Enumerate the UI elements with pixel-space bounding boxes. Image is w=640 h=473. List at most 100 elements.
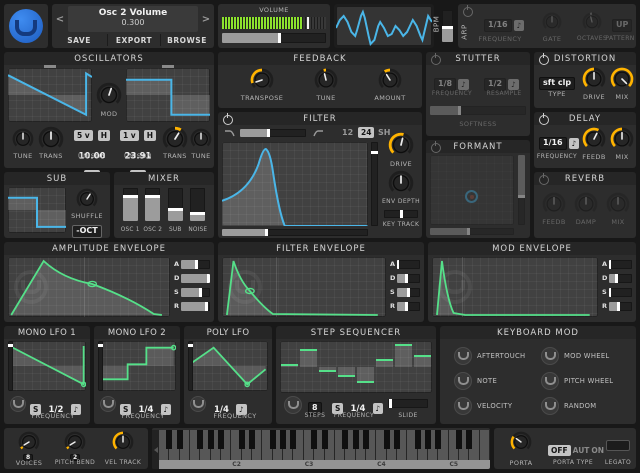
feedback-transpose-knob[interactable] [250, 68, 274, 92]
distortion-power-button[interactable] [539, 53, 549, 65]
formant-power-button[interactable] [431, 141, 441, 153]
modulation-source-icon[interactable] [454, 371, 472, 390]
black-key[interactable] [249, 430, 256, 449]
vel-track-knob[interactable] [112, 431, 134, 453]
keyboard-keys[interactable] [159, 430, 490, 460]
arp-power-button[interactable] [463, 5, 473, 17]
adsr-slider[interactable] [397, 301, 420, 311]
modulation-source-icon[interactable] [190, 396, 206, 412]
patch-display[interactable]: Osc 2 Volume 0.300 [68, 6, 198, 32]
porta-knob[interactable] [510, 431, 532, 453]
export-button[interactable]: EXPORT [107, 34, 161, 46]
black-key[interactable] [435, 430, 442, 449]
black-key[interactable] [362, 430, 369, 449]
arp-frequency-value[interactable]: 1/16 ♪ [484, 15, 525, 34]
osc1-wave-display[interactable] [8, 68, 92, 122]
osc1-transpose-knob[interactable] [38, 126, 64, 152]
filter-env-depth-knob[interactable] [388, 170, 414, 196]
black-key[interactable] [352, 430, 359, 449]
patch-prev-button[interactable]: < [54, 6, 66, 32]
piano-keyboard[interactable]: C2 C3 C4 C5 [152, 428, 490, 469]
sub-shuffle-knob[interactable] [76, 188, 98, 210]
adsr-slider[interactable] [397, 287, 420, 297]
modulation-source-icon[interactable] [541, 371, 559, 390]
feedback-tune-knob[interactable] [314, 68, 338, 92]
formant-x-slider[interactable] [430, 228, 514, 235]
distortion-drive-knob[interactable] [582, 67, 606, 91]
legato-toggle[interactable] [606, 440, 630, 451]
mixer-slider[interactable] [145, 188, 161, 221]
black-key[interactable] [383, 430, 390, 449]
modulation-source-icon[interactable] [454, 347, 472, 366]
black-key[interactable] [197, 430, 204, 449]
mixer-slider[interactable] [167, 188, 183, 221]
poly-lfo-display[interactable] [188, 341, 268, 391]
filter-24db-button[interactable]: 24 [358, 127, 375, 138]
black-key[interactable] [238, 430, 245, 449]
adsr-slider[interactable] [609, 287, 632, 297]
feedback-amount-knob[interactable] [378, 68, 402, 92]
bpm-slider[interactable] [442, 10, 453, 42]
reverb-feedback-knob[interactable] [542, 192, 566, 216]
cross-mod-knob[interactable] [96, 82, 122, 108]
adsr-slider[interactable] [181, 301, 210, 311]
adsr-slider[interactable] [181, 259, 210, 269]
formant-xy-marker[interactable] [465, 190, 479, 203]
black-key[interactable] [342, 430, 349, 449]
reverb-mix-knob[interactable] [606, 192, 630, 216]
mixer-slider[interactable] [190, 188, 206, 221]
modulation-source-icon[interactable] [100, 396, 116, 412]
lfo-amplitude-slider[interactable] [98, 341, 103, 391]
black-key[interactable] [166, 430, 173, 449]
modulation-source-icon[interactable] [541, 347, 559, 366]
black-key[interactable] [290, 430, 297, 449]
reverb-power-button[interactable] [539, 173, 549, 185]
stutter-softness-slider[interactable] [430, 106, 526, 115]
filter-envelope-display[interactable] [222, 257, 386, 317]
black-key[interactable] [269, 430, 276, 449]
osc2-tune-knob[interactable] [190, 128, 212, 150]
filter-blend-slider[interactable] [240, 129, 306, 137]
white-key[interactable] [479, 430, 490, 460]
stutter-power-button[interactable] [431, 53, 441, 65]
adsr-slider[interactable] [181, 273, 210, 283]
sequencer-step[interactable] [394, 345, 413, 367]
arp-gate-knob[interactable] [542, 12, 562, 32]
lfo-amplitude-slider[interactable] [188, 341, 193, 391]
delay-feedback-knob[interactable] [582, 127, 606, 151]
filter-cutoff-slider[interactable] [222, 229, 368, 236]
delay-power-button[interactable] [539, 113, 549, 125]
lfo-amplitude-slider[interactable] [8, 341, 13, 391]
adsr-slider[interactable] [397, 273, 420, 283]
black-key[interactable] [393, 430, 400, 449]
porta-type-option[interactable]: OFF [548, 445, 571, 456]
black-key[interactable] [176, 430, 183, 449]
save-button[interactable]: SAVE [54, 34, 104, 46]
mixer-slider[interactable] [122, 188, 138, 221]
porta-type-option[interactable]: ON [591, 446, 604, 455]
step-sequencer-display[interactable] [280, 341, 432, 393]
filter-resonance-slider[interactable] [371, 142, 378, 226]
black-key[interactable] [280, 430, 287, 449]
delay-mix-knob[interactable] [610, 127, 634, 151]
porta-type-selector[interactable]: OFF AUT ON [548, 440, 606, 459]
black-key[interactable] [466, 430, 473, 449]
adsr-slider[interactable] [609, 301, 632, 311]
black-key[interactable] [311, 430, 318, 449]
black-key[interactable] [424, 430, 431, 449]
adsr-slider[interactable] [181, 287, 210, 297]
mod-envelope-display[interactable] [432, 257, 598, 317]
volume-slider[interactable] [222, 33, 326, 43]
reverb-damp-knob[interactable] [574, 192, 598, 216]
slide-slider[interactable] [388, 399, 428, 408]
mono-lfo2-display[interactable] [98, 341, 176, 391]
sequencer-step[interactable] [356, 367, 375, 382]
modulation-source-icon[interactable] [541, 396, 559, 415]
sequencer-step[interactable] [299, 350, 318, 367]
black-key[interactable] [218, 430, 225, 449]
arp-octaves-knob[interactable] [582, 12, 602, 32]
filter-drive-knob[interactable] [388, 132, 414, 158]
black-key[interactable] [321, 430, 328, 449]
osc2-wave-display[interactable] [126, 68, 210, 122]
sub-octave-button[interactable]: -OCT [72, 221, 102, 240]
